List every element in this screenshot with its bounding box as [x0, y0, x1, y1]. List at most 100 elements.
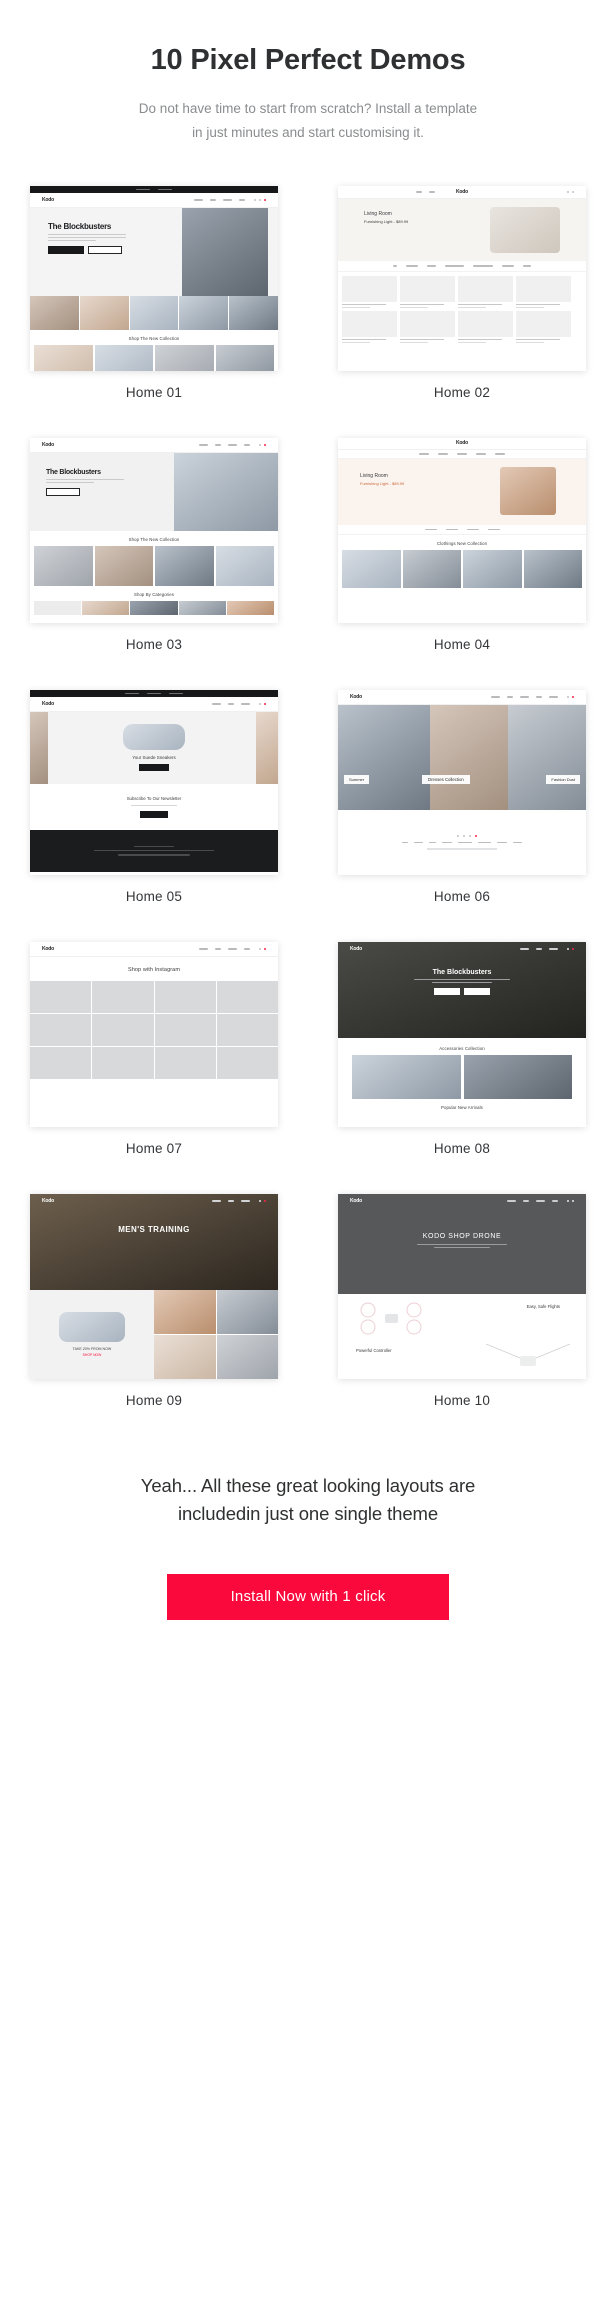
demo-card-home-08[interactable]: Kodo The Blockbusters Accessories Collec… [338, 941, 586, 1156]
demo-card-home-10[interactable]: Kodo KODO SHOP DRONE Easy, Safe Flights [338, 1193, 586, 1408]
mini-promo-left[interactable]: TAKE 20% FROM NOW SHOP NOW [30, 1289, 154, 1379]
mini-social-icons[interactable] [456, 834, 477, 837]
cta-heading-line-2: includedin just one single theme [177, 1503, 439, 1525]
demo-thumbnail-home-02[interactable]: Kodo Living Room Furnishing Light - $89.… [338, 185, 586, 371]
mini-hero: Living Room Furnishing Light - $89.99 [338, 198, 586, 261]
demo-thumbnail-home-08[interactable]: Kodo The Blockbusters Accessories Collec… [338, 941, 586, 1127]
demo-thumbnail-home-05[interactable]: Kodo Your Suede Sneakers Subscribe To Ou… [30, 689, 278, 875]
mini-nav-icons [567, 190, 574, 193]
mini-hero-heading: The Blockbusters [432, 968, 492, 976]
mini-product[interactable] [342, 310, 397, 343]
mini-section-title: Shop The New Collection [128, 335, 180, 341]
drone-icon [360, 1302, 422, 1335]
mini-brand-logo: Kodo [42, 700, 54, 707]
mini-nav-links [416, 190, 435, 193]
mini-hero-buttons[interactable] [338, 988, 586, 996]
demo-grid: Kodo The Blockbusters Shop The New Colle… [30, 185, 586, 1446]
mini-primary-button[interactable] [46, 488, 80, 497]
mini-hero-heading: KODO SHOP DRONE [422, 1232, 502, 1240]
mini-hero: Summer Dresses Collection Fashion Dust [338, 704, 586, 810]
mini-tile-label-2[interactable]: Dresses Collection [422, 774, 470, 784]
page-title: 10 Pixel Perfect Demos [150, 44, 466, 76]
demo-card-home-09[interactable]: Kodo MEN'S TRAINING TAKE 20% FROM NOW SH… [30, 1193, 278, 1408]
demo-thumbnail-home-01[interactable]: Kodo The Blockbusters Shop The New Colle… [30, 185, 278, 371]
mini-primary-button[interactable] [434, 988, 460, 996]
mini-hero-content: MEN'S TRAINING [30, 1225, 278, 1234]
mini-brand-logo: Kodo [456, 188, 468, 195]
mini-nav-links[interactable] [338, 450, 586, 459]
mini-nav-icons [567, 948, 574, 951]
mini-navbar: Kodo [30, 696, 278, 712]
mini-lower: TAKE 20% FROM NOW SHOP NOW [30, 1289, 278, 1379]
mini-brand-logo: Kodo [42, 945, 54, 952]
demo-card-home-07[interactable]: Kodo Shop with Instagram Home 07 [30, 941, 278, 1156]
mini-product[interactable] [400, 310, 455, 343]
mini-tile-label-1[interactable]: Summer [344, 774, 370, 784]
mini-brand-logo: Kodo [456, 440, 468, 447]
demo-card-home-05[interactable]: Kodo Your Suede Sneakers Subscribe To Ou… [30, 689, 278, 904]
demo-card-home-04[interactable]: Kodo Living Room Furnishing Light - $89.… [338, 437, 586, 652]
mini-product[interactable] [342, 275, 397, 308]
controller-icon [485, 1343, 571, 1366]
mini-hero-content: The Blockbusters [338, 968, 586, 996]
demo-card-home-06[interactable]: Kodo Summer Dresses Collection Fashion D… [338, 689, 586, 904]
mini-nav-icons [567, 695, 574, 698]
mini-product[interactable] [516, 275, 571, 308]
install-now-button[interactable]: Install Now with 1 click [167, 1574, 449, 1621]
mini-nav-links [520, 948, 558, 951]
mini-product-tiles [338, 1054, 586, 1099]
demo-card-home-03[interactable]: Kodo The Blockbusters Shop The New Colle… [30, 437, 278, 652]
mini-section-title-2: Shop By Categories [133, 591, 175, 597]
mini-hero-photo [174, 452, 278, 531]
mini-category-tiles [30, 600, 278, 615]
mini-primary-button[interactable] [48, 246, 84, 255]
mini-hero-content: KODO SHOP DRONE [338, 1232, 586, 1249]
mini-brand-logo: Kodo [42, 1198, 54, 1205]
mini-nav-links [507, 1200, 558, 1203]
demo-thumbnail-home-09[interactable]: Kodo MEN'S TRAINING TAKE 20% FROM NOW SH… [30, 1193, 278, 1379]
mini-product[interactable] [516, 310, 571, 343]
mini-navbar: Kodo [30, 192, 278, 208]
mini-product[interactable] [400, 275, 455, 308]
demo-thumbnail-home-06[interactable]: Kodo Summer Dresses Collection Fashion D… [338, 689, 586, 875]
mini-secondary-button[interactable] [464, 988, 490, 996]
mini-hero-photo [123, 724, 185, 751]
demo-thumbnail-home-10[interactable]: Kodo KODO SHOP DRONE Easy, Safe Flights [338, 1193, 586, 1379]
mini-filter-bar[interactable] [338, 525, 586, 535]
mini-hero-photo [500, 466, 556, 515]
demo-caption-home-04: Home 04 [433, 636, 491, 652]
mini-tile-label-3[interactable]: Fashion Dust [546, 774, 580, 784]
demo-caption-home-03: Home 03 [125, 636, 183, 652]
mini-section-title-2: Popular New Arrivals [441, 1104, 483, 1110]
mini-secondary-button[interactable] [88, 246, 122, 255]
mini-product[interactable] [458, 275, 513, 308]
cta-heading-line-1: Yeah... All these great looking layouts … [140, 1474, 476, 1496]
mini-nav-links [194, 198, 245, 201]
mini-instagram-grid[interactable] [30, 980, 278, 1079]
mini-product[interactable] [458, 310, 513, 343]
mini-hero: Kodo The Blockbusters [338, 941, 586, 1038]
mini-shop-now-button[interactable] [139, 764, 169, 772]
mini-subscribe-button[interactable] [140, 810, 168, 818]
mini-nav-links [212, 1200, 250, 1203]
mini-category-bar[interactable] [338, 261, 586, 272]
demo-thumbnail-home-03[interactable]: Kodo The Blockbusters Shop The New Colle… [30, 437, 278, 623]
mini-navbar: Kodo [338, 689, 586, 705]
demo-caption-home-07: Home 07 [125, 1140, 183, 1156]
mini-feature-2: Powerful Controller [338, 1341, 586, 1379]
demo-card-home-01[interactable]: Kodo The Blockbusters Shop The New Colle… [30, 185, 278, 400]
demo-card-home-02[interactable]: Kodo Living Room Furnishing Light - $89.… [338, 185, 586, 400]
mini-footer-links[interactable] [402, 841, 522, 844]
demo-thumbnail-home-07[interactable]: Kodo Shop with Instagram [30, 941, 278, 1127]
mini-nav-links [212, 702, 250, 705]
mini-section-title: Accessories Collection [439, 1045, 485, 1051]
mini-hero-photo [182, 207, 268, 296]
mini-hero: The Blockbusters [30, 207, 278, 296]
mini-hero-text [46, 478, 124, 484]
demo-thumbnail-home-04[interactable]: Kodo Living Room Furnishing Light - $89.… [338, 437, 586, 623]
mini-promo-right[interactable] [154, 1289, 278, 1379]
mini-promo-sublabel[interactable]: SHOP NOW [83, 1353, 102, 1357]
cta-section: Yeah... All these great looking layouts … [0, 1472, 616, 1621]
mini-hero-photo [490, 206, 560, 253]
mini-hero: Your Suede Sneakers [30, 711, 278, 784]
